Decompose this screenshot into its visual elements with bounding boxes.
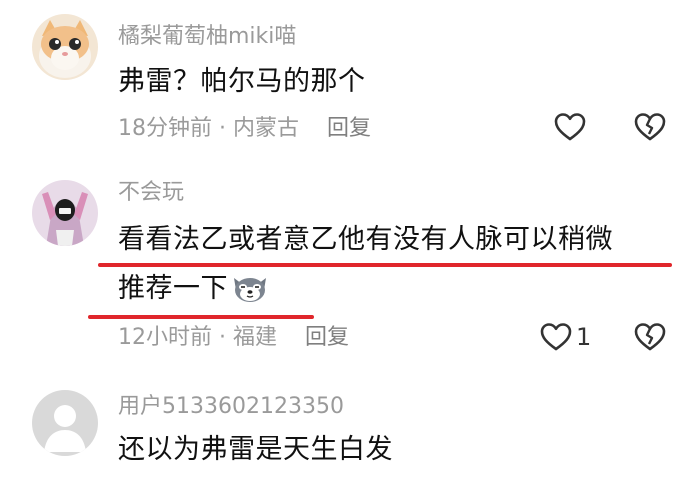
like-button[interactable] xyxy=(554,112,586,142)
avatar[interactable] xyxy=(32,180,98,246)
cat-avatar-icon xyxy=(32,14,98,80)
comment-text-line-2-text: 推荐一下 xyxy=(118,273,228,304)
username[interactable]: 不会玩 xyxy=(118,182,184,204)
broken-heart-icon xyxy=(634,323,666,351)
husky-emoji-icon xyxy=(230,276,270,304)
time-location: 12小时前 · 福建 xyxy=(118,325,277,350)
like-button[interactable]: 1 xyxy=(540,322,591,352)
avatar[interactable] xyxy=(32,390,98,456)
reply-button[interactable]: 回复 xyxy=(327,116,371,141)
heart-icon xyxy=(540,323,572,351)
person-avatar-icon xyxy=(32,180,98,246)
comment-item: 用户5133602123350 还以为弗雷是天生白发 xyxy=(0,370,700,477)
comment-item: 橘梨葡萄柚miki喵 弗雷？帕尔马的那个 18分钟前 · 内蒙古 回复 xyxy=(0,0,700,160)
comment-meta: 12小时前 · 福建 回复 xyxy=(118,327,349,349)
heart-icon xyxy=(554,113,586,141)
comment-text-line-1: 看看法乙或者意乙他有没有人脉可以稍微 xyxy=(118,224,613,255)
comment-item: 不会玩 看看法乙或者意乙他有没有人脉可以稍微 推荐一下 12小时前 · 福建 回复… xyxy=(0,160,700,370)
comment-text-line-2: 推荐一下 xyxy=(118,275,270,304)
username[interactable]: 用户5133602123350 xyxy=(118,396,344,418)
highlight-underline xyxy=(98,263,672,267)
avatar[interactable] xyxy=(32,14,98,80)
default-avatar-icon xyxy=(32,390,98,456)
highlight-underline xyxy=(88,315,314,319)
like-count: 1 xyxy=(576,323,592,351)
comment-text: 还以为弗雷是天生白发 xyxy=(118,434,393,465)
dislike-button[interactable] xyxy=(634,112,666,142)
comment-text: 弗雷？帕尔马的那个 xyxy=(118,66,366,97)
reply-button[interactable]: 回复 xyxy=(305,325,349,350)
comment-meta: 18分钟前 · 内蒙古 回复 xyxy=(118,118,371,140)
broken-heart-icon xyxy=(634,113,666,141)
dislike-button[interactable] xyxy=(634,322,666,352)
username[interactable]: 橘梨葡萄柚miki喵 xyxy=(118,26,296,48)
time-location: 18分钟前 · 内蒙古 xyxy=(118,116,299,141)
